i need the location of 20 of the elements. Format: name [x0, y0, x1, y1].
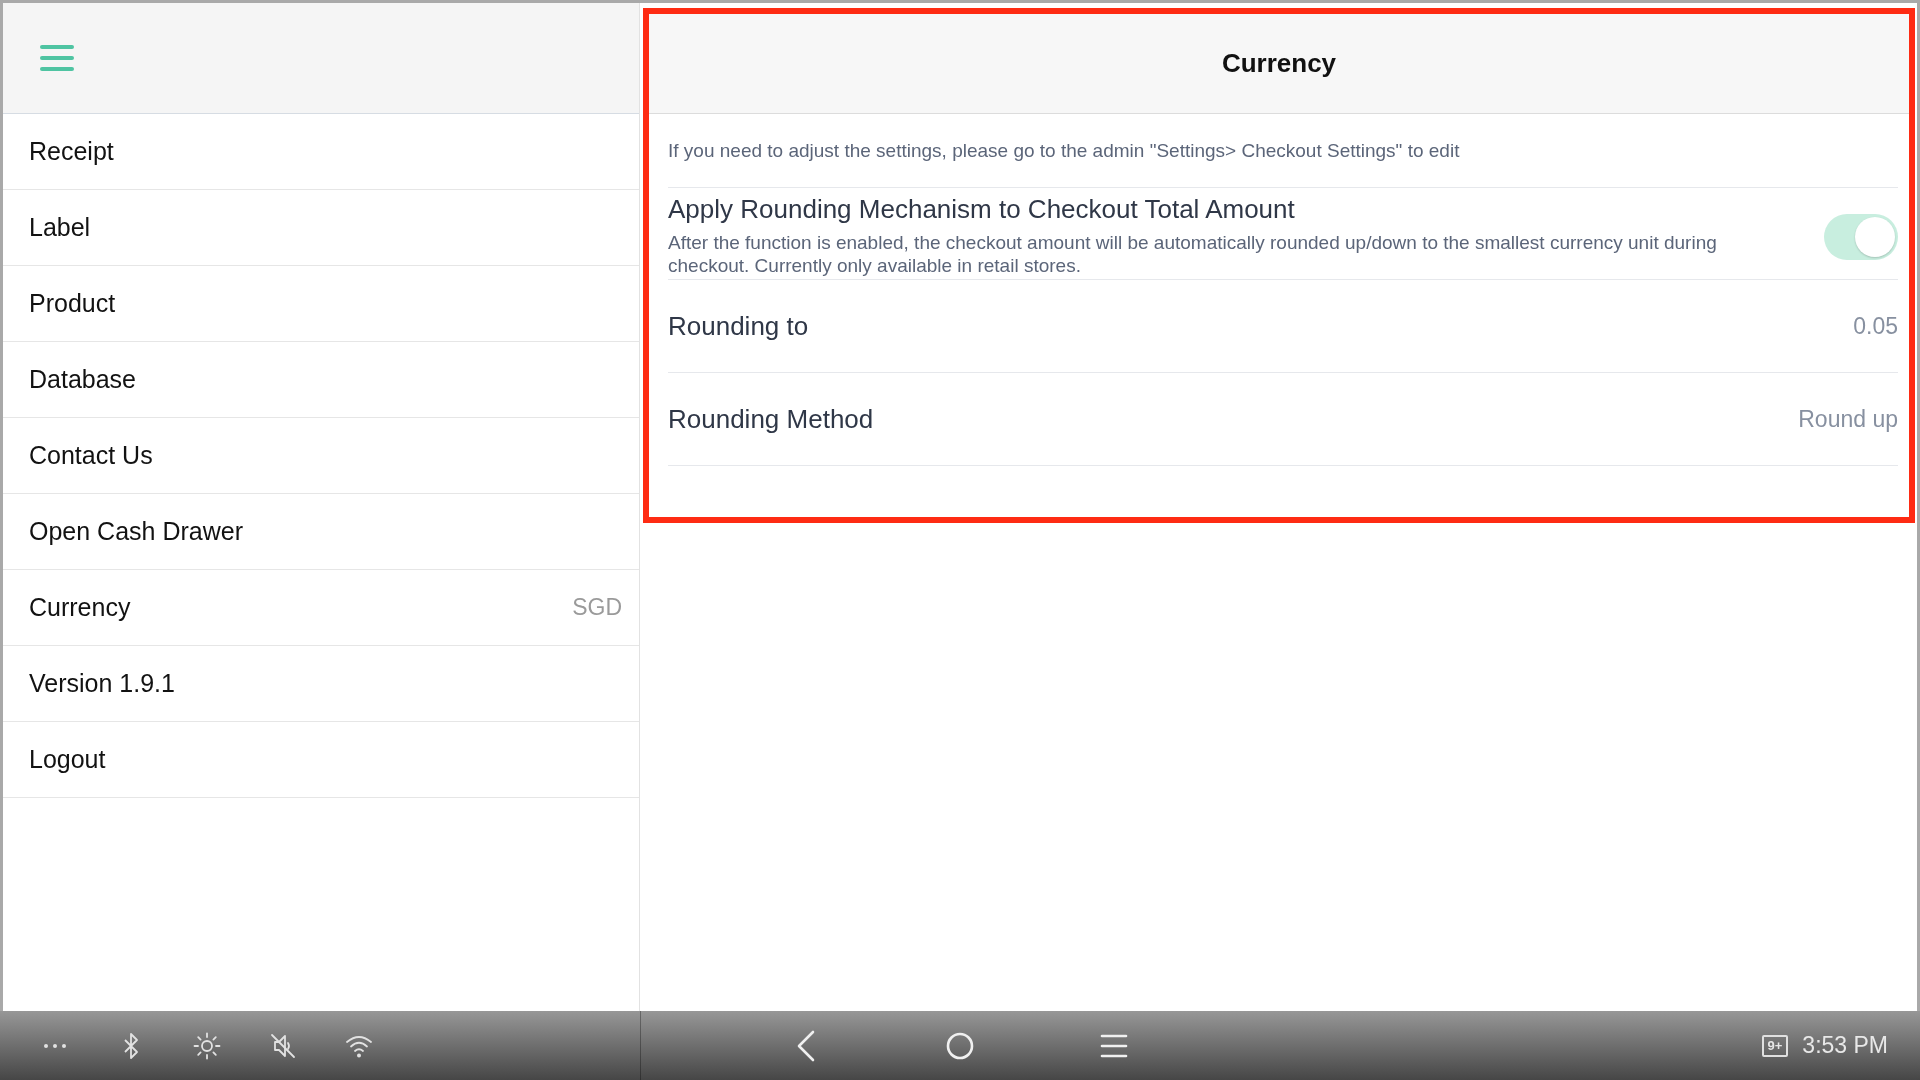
sidebar-item[interactable]: Version 1.9.1	[29, 669, 175, 698]
setting-title: Apply Rounding Mechanism to Checkout Total Amount	[668, 195, 1296, 223]
setting-label: Rounding to	[668, 310, 809, 342]
sidebar-item[interactable]: Open Cash Drawer	[29, 517, 243, 546]
clock-text: 3:53 PM	[1802, 1032, 1888, 1059]
notice-text: If you need to adjust the settings, please go to the admin "Settings> Checkout Settings" to edit	[668, 139, 1460, 162]
setting-label: Rounding Method	[668, 403, 874, 435]
sidebar-item[interactable]: Currency	[29, 593, 131, 622]
mute-icon[interactable]	[269, 1031, 297, 1060]
sidebar-item[interactable]: Logout	[29, 745, 106, 774]
setting-description: After the function is enabled, the checkout amount will be automatically rounded up/down to the smallest currency unit during checkout. Currently only available in retail stores.	[668, 231, 1718, 277]
item-value: SGD	[572, 594, 622, 621]
sidebar-item[interactable]: Database	[29, 365, 137, 394]
brightness-icon[interactable]	[193, 1031, 221, 1060]
sidebar-item[interactable]: Contact Us	[29, 441, 153, 470]
sidebar-item[interactable]: Product	[29, 289, 116, 318]
sidebar-item[interactable]: Label	[29, 213, 91, 242]
notification-count[interactable]: 9+	[1761, 1034, 1789, 1057]
sidebar-item[interactable]: Receipt	[29, 137, 114, 166]
panel-title: Currency	[1221, 48, 1337, 79]
